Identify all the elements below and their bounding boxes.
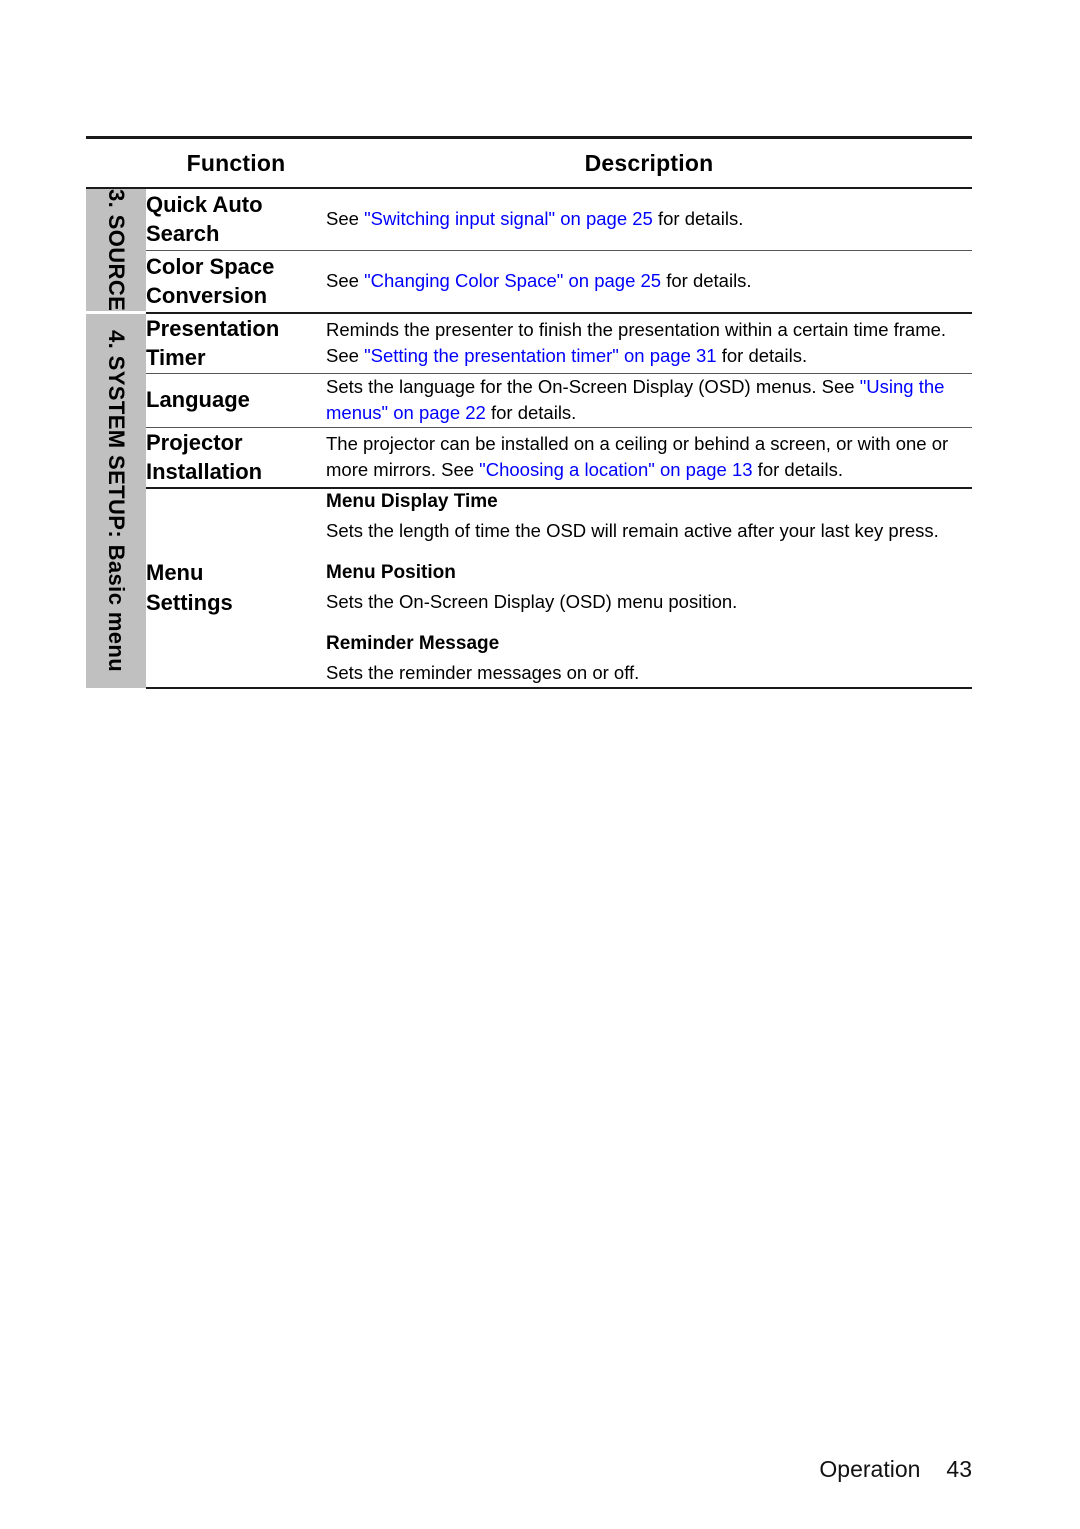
cross-reference-link[interactable]: "Choosing a location" on page 13: [479, 459, 752, 480]
subbody-menu-position: Sets the On-Screen Display (OSD) menu po…: [326, 591, 738, 613]
group-label-source: 3. SOURCE: [86, 188, 146, 315]
function-label-line2: Installation: [146, 459, 263, 485]
group-label-source-text: 3. SOURCE: [104, 189, 129, 312]
subheading-reminder-message: Reminder Message: [326, 633, 500, 655]
function-description-table: Function Description 3. SOURCE Quick Aut…: [86, 136, 972, 689]
function-label-line1: Color Space: [146, 253, 275, 279]
function-menu-settings: Menu Settings: [146, 486, 326, 689]
description-pre-text: See: [326, 270, 365, 292]
footer-section-label: Operation: [819, 1456, 921, 1482]
subbody-menu-display-time: Sets the length of time the OSD will rem…: [326, 519, 939, 541]
function-color-space-conversion: Color Space Conversion: [146, 249, 326, 313]
subbody-reminder-message: Sets the reminder messages on or off.: [326, 662, 640, 684]
footer-page-number: 43: [946, 1456, 972, 1482]
table-header-row: Function Description: [86, 136, 972, 189]
function-projector-installation: Projector Installation: [146, 426, 326, 488]
table-row: Color Space Conversion See "Changing Col…: [86, 249, 972, 313]
description-quick-auto-search: See "Switching input signal" on page 25 …: [326, 188, 972, 250]
description-projector-installation: The projector can be installed on a ceil…: [326, 426, 972, 488]
function-quick-auto-search: Quick Auto Search: [146, 188, 326, 250]
function-label-line2: Conversion: [146, 283, 268, 309]
cross-reference-link[interactable]: "Changing Color Space" on page 25: [364, 270, 661, 291]
function-label-line1: Quick Auto: [146, 191, 263, 217]
function-label-line1: Menu: [146, 560, 204, 586]
manual-page: Function Description 3. SOURCE Quick Aut…: [0, 0, 1080, 1529]
cross-reference-link[interactable]: "Switching input signal" on page 25: [364, 208, 653, 229]
page-footer: Operation 43: [819, 1456, 972, 1483]
description-post-text: for details.: [661, 270, 752, 292]
description-language: Sets the language for the On-Screen Disp…: [326, 373, 972, 428]
function-label-line2: Search: [146, 221, 220, 247]
header-group-spacer: [86, 136, 146, 189]
group-label-system-setup: 4. SYSTEM SETUP: Basic menu: [86, 312, 146, 688]
description-post-text: for details.: [485, 402, 577, 424]
group-label-system-setup-text: 4. SYSTEM SETUP: Basic menu: [104, 329, 129, 672]
subheading-menu-position: Menu Position: [326, 562, 456, 584]
description-color-space-conversion: See "Changing Color Space" on page 25 fo…: [326, 249, 972, 313]
header-function: Function: [146, 136, 326, 189]
function-label-line1: Language: [146, 387, 250, 413]
description-pre-text: See: [326, 208, 365, 230]
function-presentation-timer: Presentation Timer: [146, 311, 326, 374]
table-row: Menu Settings Menu Display Time Sets the…: [86, 486, 972, 689]
function-language: Language: [146, 373, 326, 428]
table-row: 3. SOURCE Quick Auto Search See "Switchi…: [86, 188, 972, 315]
function-label-line1: Projector: [146, 429, 243, 455]
function-label-line2: Settings: [146, 589, 233, 615]
table-row: Projector Installation The projector can…: [86, 426, 972, 488]
table-row: Language Sets the language for the On-Sc…: [86, 373, 972, 428]
description-presentation-timer: Reminds the presenter to finish the pres…: [326, 311, 972, 374]
table-row: 4. SYSTEM SETUP: Basic menu Presentation…: [86, 311, 972, 688]
description-post-text: for details.: [752, 459, 844, 481]
description-post-text: for details.: [716, 345, 808, 367]
function-label-line2: Timer: [146, 345, 206, 371]
subheading-menu-display-time: Menu Display Time: [326, 490, 498, 512]
description-post-text: for details.: [652, 208, 744, 230]
description-menu-settings: Menu Display Time Sets the length of tim…: [326, 486, 972, 689]
function-label-line1: Presentation: [146, 315, 280, 341]
header-description: Description: [326, 136, 972, 189]
cross-reference-link[interactable]: "Setting the presentation timer" on page…: [364, 345, 717, 366]
description-pre-text: Sets the language for the On-Screen Disp…: [326, 376, 860, 398]
